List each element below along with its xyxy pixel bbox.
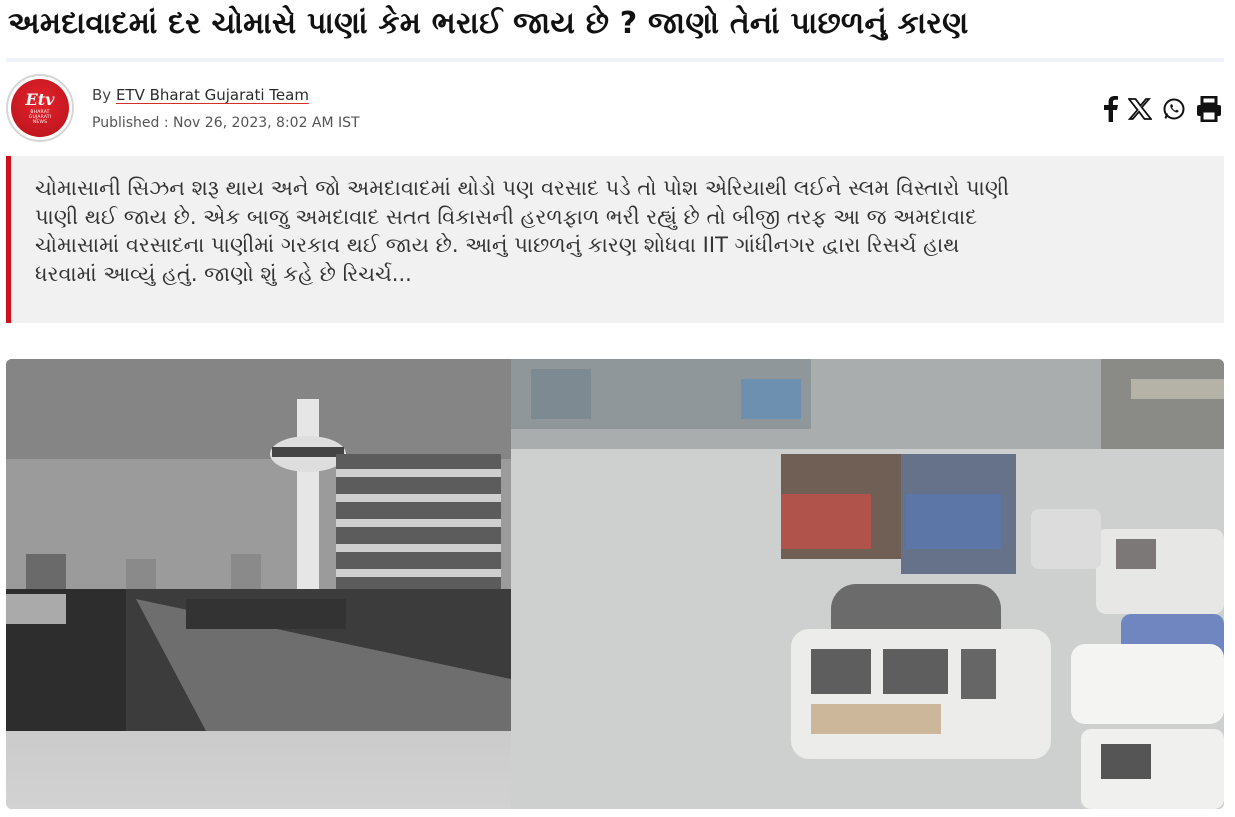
byline: Etv BHARAT GUJARATI NEWS By ETV Bharat G…: [6, 74, 1226, 148]
logo-sub-line: GUJARATI: [28, 114, 52, 120]
whatsapp-icon[interactable]: [1162, 97, 1186, 121]
flooded-street-photo: [511, 359, 1224, 809]
summary-line: ચોમાસામાં વરસાદના પાણીમાં ગરકાવ થઈ જાય છ…: [35, 233, 960, 257]
image-fade: [6, 731, 511, 809]
old-city-photo: [6, 359, 511, 731]
published-date: Published : Nov 26, 2023, 8:02 AM IST: [92, 115, 360, 131]
logo-subtext: BHARAT GUJARATI NEWS: [29, 110, 51, 125]
etv-bharat-logo[interactable]: Etv BHARAT GUJARATI NEWS: [6, 74, 74, 142]
logo-sub-line: BHARAT: [30, 109, 50, 115]
print-icon[interactable]: [1196, 96, 1222, 122]
logo-sub-line: NEWS: [32, 119, 48, 125]
article-title: અમદાવાદમાં દર ચોમાસે પાણાં કેમ ભરાઈ જાય …: [8, 6, 969, 41]
author-link[interactable]: ETV Bharat Gujarati Team: [116, 86, 309, 104]
x-icon[interactable]: [1128, 98, 1152, 120]
hero-image: [6, 359, 1224, 809]
summary-line: ચોમાસાની સિઝન શરૂ થાય અને જો અમદાવાદમાં …: [35, 176, 1010, 200]
logo-mark: Etv: [25, 89, 55, 109]
logo-badge: Etv BHARAT GUJARATI NEWS: [11, 79, 69, 137]
share-bar: [1104, 96, 1222, 122]
by-prefix: By: [92, 86, 112, 104]
title-divider: [6, 58, 1224, 62]
facebook-icon[interactable]: [1104, 96, 1118, 122]
author-line: By ETV Bharat Gujarati Team: [92, 86, 309, 104]
article-summary: ચોમાસાની સિઝન શરૂ થાય અને જો અમદાવાદમાં …: [6, 156, 1224, 323]
summary-line: ધરવામાં આવ્યું હતું. જાણો શું કહે છે રિચ…: [35, 261, 412, 286]
summary-line: પાણી થઈ જાય છે. એક બાજુ અમદાવાદ સતત વિકા…: [35, 204, 977, 229]
